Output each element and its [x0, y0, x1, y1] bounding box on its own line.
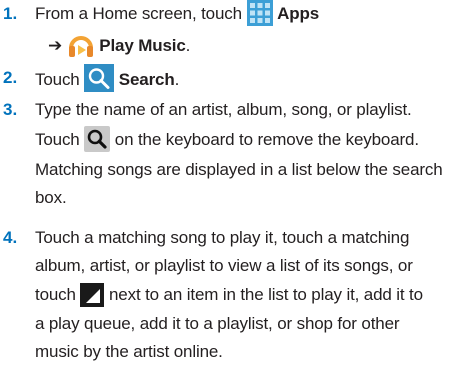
keyboard-search-icon: [84, 126, 111, 152]
step-number: 2.: [3, 68, 18, 87]
step-number: 4.: [3, 228, 18, 247]
play-music-label: Play Music: [99, 36, 186, 55]
step-4-line-2: album, artist, or playlist to view a lis…: [35, 256, 413, 275]
step-4-line-5: music by the artist online.: [35, 342, 223, 361]
context-menu-icon: [80, 283, 105, 307]
step-3-line-2: Touch on the keyboard to remove the keyb…: [35, 126, 419, 153]
play-music-headphones-icon: [67, 32, 95, 58]
instructions-page: 1. From a Home screen, touch Apps ➔ Play…: [0, 0, 473, 366]
step-text: next to an item in the list to play it, …: [109, 285, 423, 304]
step-3-line-3: Matching songs are displayed in a list b…: [35, 160, 443, 179]
touch-word: Touch: [35, 130, 80, 149]
step-number: 3.: [3, 100, 18, 119]
period: .: [174, 70, 180, 89]
step-number: 1.: [3, 4, 18, 23]
step-1-line-2: ➔ Play Music.: [48, 32, 190, 59]
step-4-line-1: Touch a matching song to play it, touch …: [35, 228, 410, 247]
search-label: Search: [118, 70, 175, 89]
step-4-line-3: touch next to an item in the list to pla…: [35, 281, 423, 308]
step-2-line-1: Touch Search.: [35, 64, 179, 93]
arrow-icon: ➔: [48, 36, 63, 55]
step-4-line-4: a play queue, add it to a playlist, or s…: [35, 314, 400, 333]
apps-grid-icon: [246, 0, 273, 26]
step-1-line-1: From a Home screen, touch Apps: [35, 0, 319, 27]
touch-word: touch: [35, 285, 76, 304]
step-text: on the keyboard to remove the keyboard.: [114, 130, 419, 149]
step-text: From a Home screen, touch: [35, 4, 242, 23]
step-text: Touch: [35, 70, 80, 89]
step-3-line-4: box.: [35, 188, 67, 207]
period: .: [185, 36, 191, 55]
apps-label: Apps: [277, 4, 320, 23]
search-icon: [84, 64, 115, 92]
step-3-line-1: Type the name of an artist, album, song,…: [35, 100, 412, 119]
